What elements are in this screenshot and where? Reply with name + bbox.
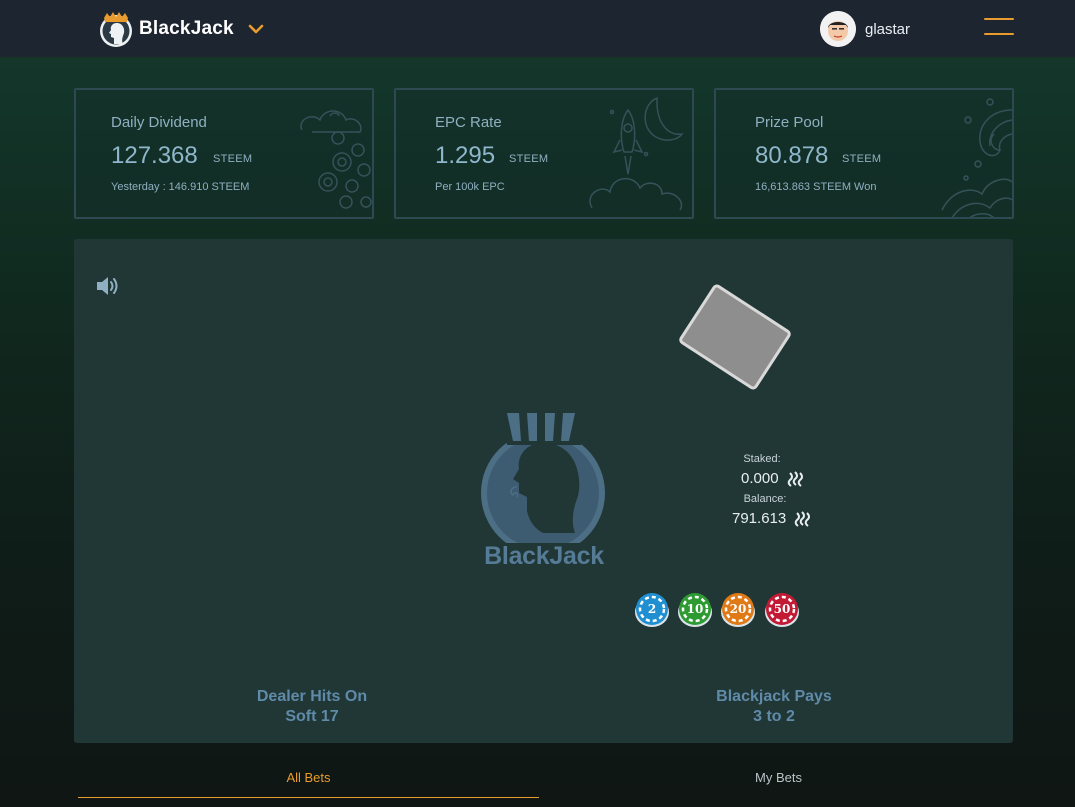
stat-card-epc-rate: EPC Rate 1.295 STEEM Per 100k EPC	[394, 88, 694, 219]
tab-all-bets[interactable]: All Bets	[78, 760, 539, 798]
rule-dealer-hits: Dealer Hits On Soft 17	[212, 687, 412, 727]
stat-card-daily-dividend: Daily Dividend 127.368 STEEM Yesterday :…	[74, 88, 374, 219]
staked-label: Staked:	[743, 453, 781, 465]
blackjack-center-logo-icon	[481, 413, 605, 543]
chevron-down-icon[interactable]	[247, 20, 265, 38]
center-logo-title: BlackJack	[484, 542, 604, 570]
brand-name: BlackJack	[139, 18, 234, 39]
chip-label: 50	[773, 602, 791, 616]
top-navbar: BlackJack glastar	[0, 0, 1075, 58]
rule-line: Blackjack Pays	[716, 688, 832, 705]
chip-10[interactable]: 10	[677, 592, 713, 628]
stat-unit: STEEM	[509, 153, 549, 165]
username: glastar	[865, 20, 911, 38]
stat-title: Daily Dividend	[111, 114, 207, 131]
rule-line: 3 to 2	[753, 708, 795, 725]
steem-icon	[794, 510, 811, 527]
steem-icon	[787, 470, 803, 487]
stat-title: EPC Rate	[435, 114, 502, 131]
chip-20[interactable]: 20	[720, 592, 756, 628]
game-table: BlackJack Staked: 0.000 Balance: 791.613…	[74, 239, 1013, 743]
wave-decoration-icon	[941, 98, 1012, 217]
stat-unit: STEEM	[842, 153, 882, 165]
stat-value: 127.368	[111, 142, 198, 169]
stat-unit: STEEM	[213, 153, 253, 165]
chip-2[interactable]: 2	[634, 592, 670, 628]
stat-card-prize-pool: Prize Pool 80.878 STEEM 16,613.863 STEEM…	[714, 88, 1014, 219]
stat-subtext: 16,613.863 STEEM Won	[755, 181, 877, 193]
stat-value: 80.878	[755, 142, 829, 169]
staked-amount: 0.000	[741, 470, 805, 487]
cloud-coins-decoration-icon	[300, 110, 372, 209]
chip-label: 2	[647, 602, 657, 616]
avatar-face-icon	[820, 11, 856, 47]
rule-line: Soft 17	[285, 708, 339, 725]
avatar	[820, 11, 856, 47]
rocket-moon-decoration-icon	[589, 96, 684, 211]
user-menu[interactable]: glastar	[820, 11, 910, 47]
balance-value: 791.613	[732, 510, 787, 527]
rule-line: Dealer Hits On	[256, 688, 368, 705]
stat-subtext: Yesterday : 146.910 STEEM	[111, 181, 250, 193]
stat-title: Prize Pool	[755, 114, 824, 131]
rule-blackjack-pays: Blackjack Pays 3 to 2	[674, 687, 874, 727]
stat-subtext: Per 100k EPC	[435, 181, 505, 193]
volume-icon[interactable]	[94, 273, 120, 299]
chip-label: 10	[686, 602, 704, 616]
balance-amount: 791.613	[732, 510, 812, 527]
brand-link[interactable]: BlackJack	[97, 10, 264, 48]
chip-label: 20	[729, 602, 747, 616]
tab-my-bets[interactable]: My Bets	[548, 760, 1009, 798]
dealer-deck-card	[677, 282, 793, 392]
menu-hamburger-icon[interactable]	[984, 18, 1014, 38]
chip-50[interactable]: 50	[764, 592, 800, 628]
staked-value: 0.000	[741, 470, 779, 487]
stat-value: 1.295	[435, 142, 496, 169]
blackjack-logo-icon	[100, 12, 132, 47]
balance-label: Balance:	[743, 493, 787, 505]
